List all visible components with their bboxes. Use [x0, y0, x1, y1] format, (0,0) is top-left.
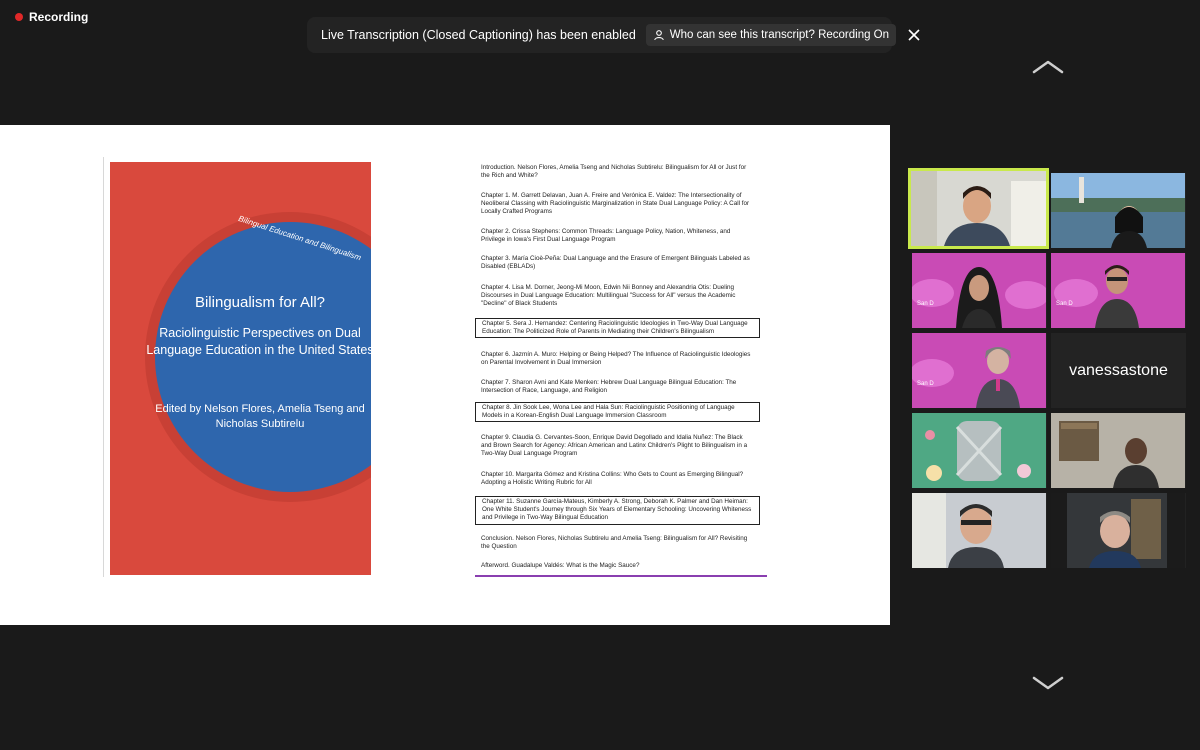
- svg-text:San D: San D: [917, 381, 934, 387]
- table-of-contents: Introduction. Nelson Flores, Amelia Tsen…: [475, 157, 767, 577]
- toc-entry: Chapter 6. Jazmín A. Muro: Helping or Be…: [481, 351, 751, 367]
- participant-name-tile[interactable]: vanessastone: [1051, 333, 1186, 408]
- toc-entry: Chapter 4. Lisa M. Dorner, Jeong-Mi Moon…: [481, 284, 736, 308]
- toc-entry-highlighted: Chapter 5. Sera J. Hernandez: Centering …: [475, 318, 760, 339]
- toc-entry: Afterword. Guadalupe Valdés: What is the…: [481, 562, 640, 569]
- participant-video-active[interactable]: [908, 168, 1049, 249]
- transcript-visibility-label: Who can see this transcript? Recording O…: [669, 29, 890, 41]
- participant-avatar: [1051, 413, 1185, 488]
- shared-screen: Bilingual Education and Bilingualism Bil…: [0, 125, 890, 625]
- participant-avatar: San D: [912, 253, 1047, 328]
- participant-video[interactable]: [1051, 413, 1186, 488]
- toc-entry: Chapter 2. Crissa Stephens: Common Threa…: [481, 228, 731, 244]
- participant-avatar: [1051, 493, 1185, 568]
- cover-editors: Edited by Nelson Flores, Amelia Tseng an…: [155, 403, 365, 430]
- book-cover: Bilingual Education and Bilingualism Bil…: [110, 162, 371, 575]
- participant-video[interactable]: [912, 413, 1047, 488]
- participant-video[interactable]: [912, 493, 1047, 568]
- svg-text:San D: San D: [917, 301, 934, 307]
- toc-entry: Chapter 3. María Cioè-Peña: Dual Languag…: [481, 255, 750, 271]
- toc-divider: [475, 575, 767, 577]
- participant-video[interactable]: San D: [912, 253, 1047, 328]
- participant-avatar: [912, 413, 1046, 488]
- toc-entry-highlighted: Chapter 8. Jin Sook Lee, Wona Lee and Ha…: [475, 402, 760, 423]
- toc-entry: Chapter 1. M. Garrett Delavan, Juan A. F…: [481, 192, 750, 216]
- toc-entry: Introduction. Nelson Flores, Amelia Tsen…: [481, 164, 747, 180]
- participant-name: vanessastone: [1051, 333, 1186, 408]
- toc-entry-highlighted: Chapter 11. Suzanne García-Mateus, Kimbe…: [475, 496, 760, 525]
- participant-video[interactable]: San D: [1051, 253, 1186, 328]
- cover-title: Bilingualism for All?: [194, 294, 326, 311]
- banner-message: Live Transcription (Closed Captioning) h…: [321, 28, 636, 42]
- participant-avatar: San D: [1051, 253, 1185, 328]
- close-icon[interactable]: [908, 26, 920, 44]
- participant-avatar: [912, 493, 1046, 568]
- cover-subtitle: Raciolinguistic Perspectives on Dual Lan…: [146, 326, 371, 357]
- participant-video[interactable]: [1051, 493, 1186, 568]
- recording-indicator[interactable]: Recording: [15, 10, 88, 24]
- meeting-window: Recording Live Transcription (Closed Cap…: [0, 0, 1200, 750]
- recording-label: Recording: [29, 10, 89, 24]
- recording-dot-icon: [15, 13, 23, 21]
- chevron-down-icon[interactable]: [1030, 674, 1066, 692]
- participant-video[interactable]: San D: [912, 333, 1047, 408]
- toc-entry: Chapter 7. Sharon Avni and Kate Menken: …: [481, 379, 737, 395]
- divider: [103, 157, 104, 577]
- transcription-banner: Live Transcription (Closed Captioning) h…: [307, 17, 920, 53]
- participant-avatar: San D: [912, 333, 1046, 408]
- transcript-visibility-button[interactable]: Who can see this transcript? Recording O…: [645, 24, 897, 46]
- toc-entry: Chapter 9. Claudia G. Cervantes-Soon, En…: [481, 434, 748, 458]
- toc-entry: Conclusion. Nelson Flores, Nicholas Subt…: [481, 535, 748, 551]
- svg-text:San D: San D: [1056, 301, 1073, 307]
- chevron-up-icon[interactable]: [1030, 58, 1066, 76]
- participant-video[interactable]: [1051, 173, 1186, 248]
- participant-avatar: [1051, 173, 1185, 248]
- toc-entry: Chapter 10. Margarita Gómez and Kristina…: [481, 471, 744, 487]
- participant-avatar: [911, 171, 1046, 246]
- person-icon: [654, 30, 664, 41]
